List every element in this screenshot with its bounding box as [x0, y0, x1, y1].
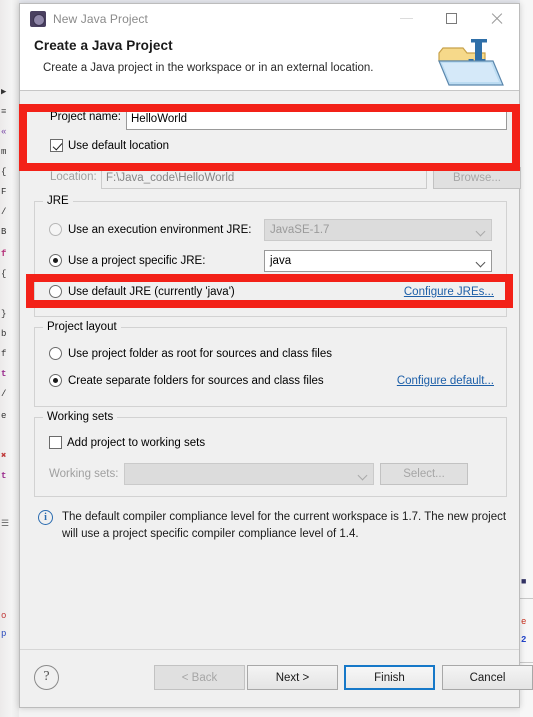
backdrop-glyph: }: [1, 309, 7, 319]
radio-label: Create separate folders for sources and …: [68, 374, 324, 387]
window-controls: [384, 4, 519, 33]
new-java-project-dialog: New Java Project Create a Java Project C…: [19, 3, 533, 708]
radio-project-folder-root[interactable]: Use project folder as root for sources a…: [49, 347, 332, 360]
radio-project-specific-jre[interactable]: Use a project specific JRE:: [49, 254, 205, 267]
project-layout-group-title: Project layout: [43, 321, 121, 333]
next-button[interactable]: Next >: [247, 665, 338, 690]
maximize-icon: [446, 13, 457, 24]
browse-button[interactable]: Browse...: [433, 167, 521, 189]
jre-group: JRE Use an execution environment JRE: Ja…: [34, 195, 507, 317]
working-sets-combo[interactable]: [124, 463, 374, 485]
backdrop-glyph: f: [1, 249, 7, 259]
chevron-down-icon: [357, 470, 368, 481]
radio-label: Use an execution environment JRE:: [68, 223, 252, 236]
project-name-input[interactable]: [126, 108, 507, 130]
radio-label: Use project folder as root for sources a…: [68, 347, 332, 360]
combo-value: java: [270, 255, 292, 267]
working-sets-group-title: Working sets: [43, 411, 118, 423]
checkbox-label: Add project to working sets: [67, 436, 206, 449]
backdrop-glyph: /: [1, 389, 7, 399]
close-icon: [490, 12, 503, 25]
backdrop-glyph: «: [1, 127, 7, 137]
backdrop-glyph: t: [1, 471, 7, 481]
backdrop-glyph: e: [1, 411, 7, 421]
finish-button[interactable]: Finish: [344, 665, 435, 690]
location-input[interactable]: F:\Java_code\HelloWorld: [101, 167, 427, 189]
location-label: Location:: [50, 171, 97, 183]
radio-icon: [49, 223, 62, 236]
wizard-header: Create a Java Project Create a Java proj…: [20, 33, 519, 91]
radio-icon: [49, 285, 62, 298]
project-layout-group: Project layout Use project folder as roo…: [34, 321, 507, 407]
eclipse-java-icon: [30, 10, 46, 27]
project-name-row: Project name:: [34, 108, 507, 130]
screen: ▶ ≡ « m { F / B f { } b f t / e ✖ t ☰ o …: [0, 0, 533, 717]
jre-group-title: JRE: [43, 195, 73, 207]
radio-icon: [49, 374, 62, 387]
radio-label: Use a project specific JRE:: [68, 254, 206, 267]
use-default-location-label: Use default location: [68, 139, 170, 152]
close-button[interactable]: [474, 4, 519, 33]
backdrop-glyph: B: [1, 227, 7, 237]
backdrop-rule: [520, 662, 533, 663]
configure-jres-link[interactable]: Configure JREs...: [404, 286, 494, 298]
minimize-icon: [400, 18, 413, 19]
backdrop-glyph: {: [1, 167, 7, 177]
backdrop-glyph: 2: [521, 635, 527, 645]
radio-execution-environment-jre[interactable]: Use an execution environment JRE:: [49, 223, 251, 236]
backdrop-glyph: f: [1, 349, 7, 359]
java-project-folder-icon: [438, 39, 504, 86]
wizard-body: Project name: Use default location Locat…: [20, 91, 521, 649]
info-message-text: The default compiler compliance level fo…: [62, 511, 507, 540]
help-button[interactable]: ?: [34, 665, 59, 690]
chevron-down-icon: [475, 226, 486, 237]
working-sets-group: Working sets Add project to working sets…: [34, 411, 507, 497]
use-default-location-checkbox[interactable]: Use default location: [50, 139, 169, 152]
backdrop-glyph: ■: [521, 577, 527, 587]
project-name-label: Project name:: [50, 111, 121, 123]
combo-value: JavaSE-1.7: [270, 224, 330, 236]
execution-environment-combo[interactable]: JavaSE-1.7: [264, 219, 492, 241]
backdrop-glyph: ≡: [1, 107, 7, 117]
backdrop-glyph: o: [1, 611, 7, 621]
radio-label: Use default JRE (currently 'java'): [68, 285, 235, 298]
checkbox-icon: [49, 436, 62, 449]
backdrop-glyph: p: [1, 629, 7, 639]
dialog-footer: ? < Back Next > Finish Cancel: [20, 649, 533, 707]
info-icon: i: [38, 510, 53, 525]
maximize-button[interactable]: [429, 4, 474, 33]
backdrop-glyph: /: [1, 207, 7, 217]
add-project-to-working-sets-checkbox[interactable]: Add project to working sets: [49, 436, 205, 449]
radio-separate-folders[interactable]: Create separate folders for sources and …: [49, 374, 324, 387]
window-title: New Java Project: [53, 11, 148, 26]
backdrop-glyph: b: [1, 329, 7, 339]
backdrop-rule: [520, 598, 533, 599]
checkbox-icon: [50, 139, 63, 152]
configure-default-link[interactable]: Configure default...: [397, 375, 494, 387]
info-message: i The default compiler compliance level …: [38, 509, 508, 543]
backdrop-glyph: {: [1, 269, 7, 279]
minimize-button[interactable]: [384, 4, 429, 33]
backdrop-glyph: F: [1, 187, 7, 197]
title-bar: New Java Project: [20, 4, 519, 33]
backdrop-glyph: ▶: [1, 87, 7, 97]
ide-backdrop-right: ■ e 2: [520, 0, 533, 717]
cancel-button[interactable]: Cancel: [442, 665, 533, 690]
project-specific-jre-combo[interactable]: java: [264, 250, 492, 272]
working-sets-label: Working sets:: [49, 468, 119, 480]
back-button[interactable]: < Back: [154, 665, 245, 690]
ide-backdrop-left: ▶ ≡ « m { F / B f { } b f t / e ✖ t ☰ o …: [0, 0, 19, 717]
radio-icon: [49, 347, 62, 360]
backdrop-glyph: ☰: [1, 519, 10, 529]
backdrop-glyph: e: [521, 617, 527, 627]
backdrop-glyph: ✖: [1, 451, 7, 461]
radio-icon: [49, 254, 62, 267]
radio-default-jre[interactable]: Use default JRE (currently 'java'): [49, 285, 235, 298]
backdrop-glyph: m: [1, 147, 7, 157]
location-row: Location: F:\Java_code\HelloWorld Browse…: [34, 167, 521, 189]
chevron-down-icon: [475, 257, 486, 268]
backdrop-glyph: t: [1, 369, 7, 379]
select-working-sets-button[interactable]: Select...: [380, 463, 468, 485]
